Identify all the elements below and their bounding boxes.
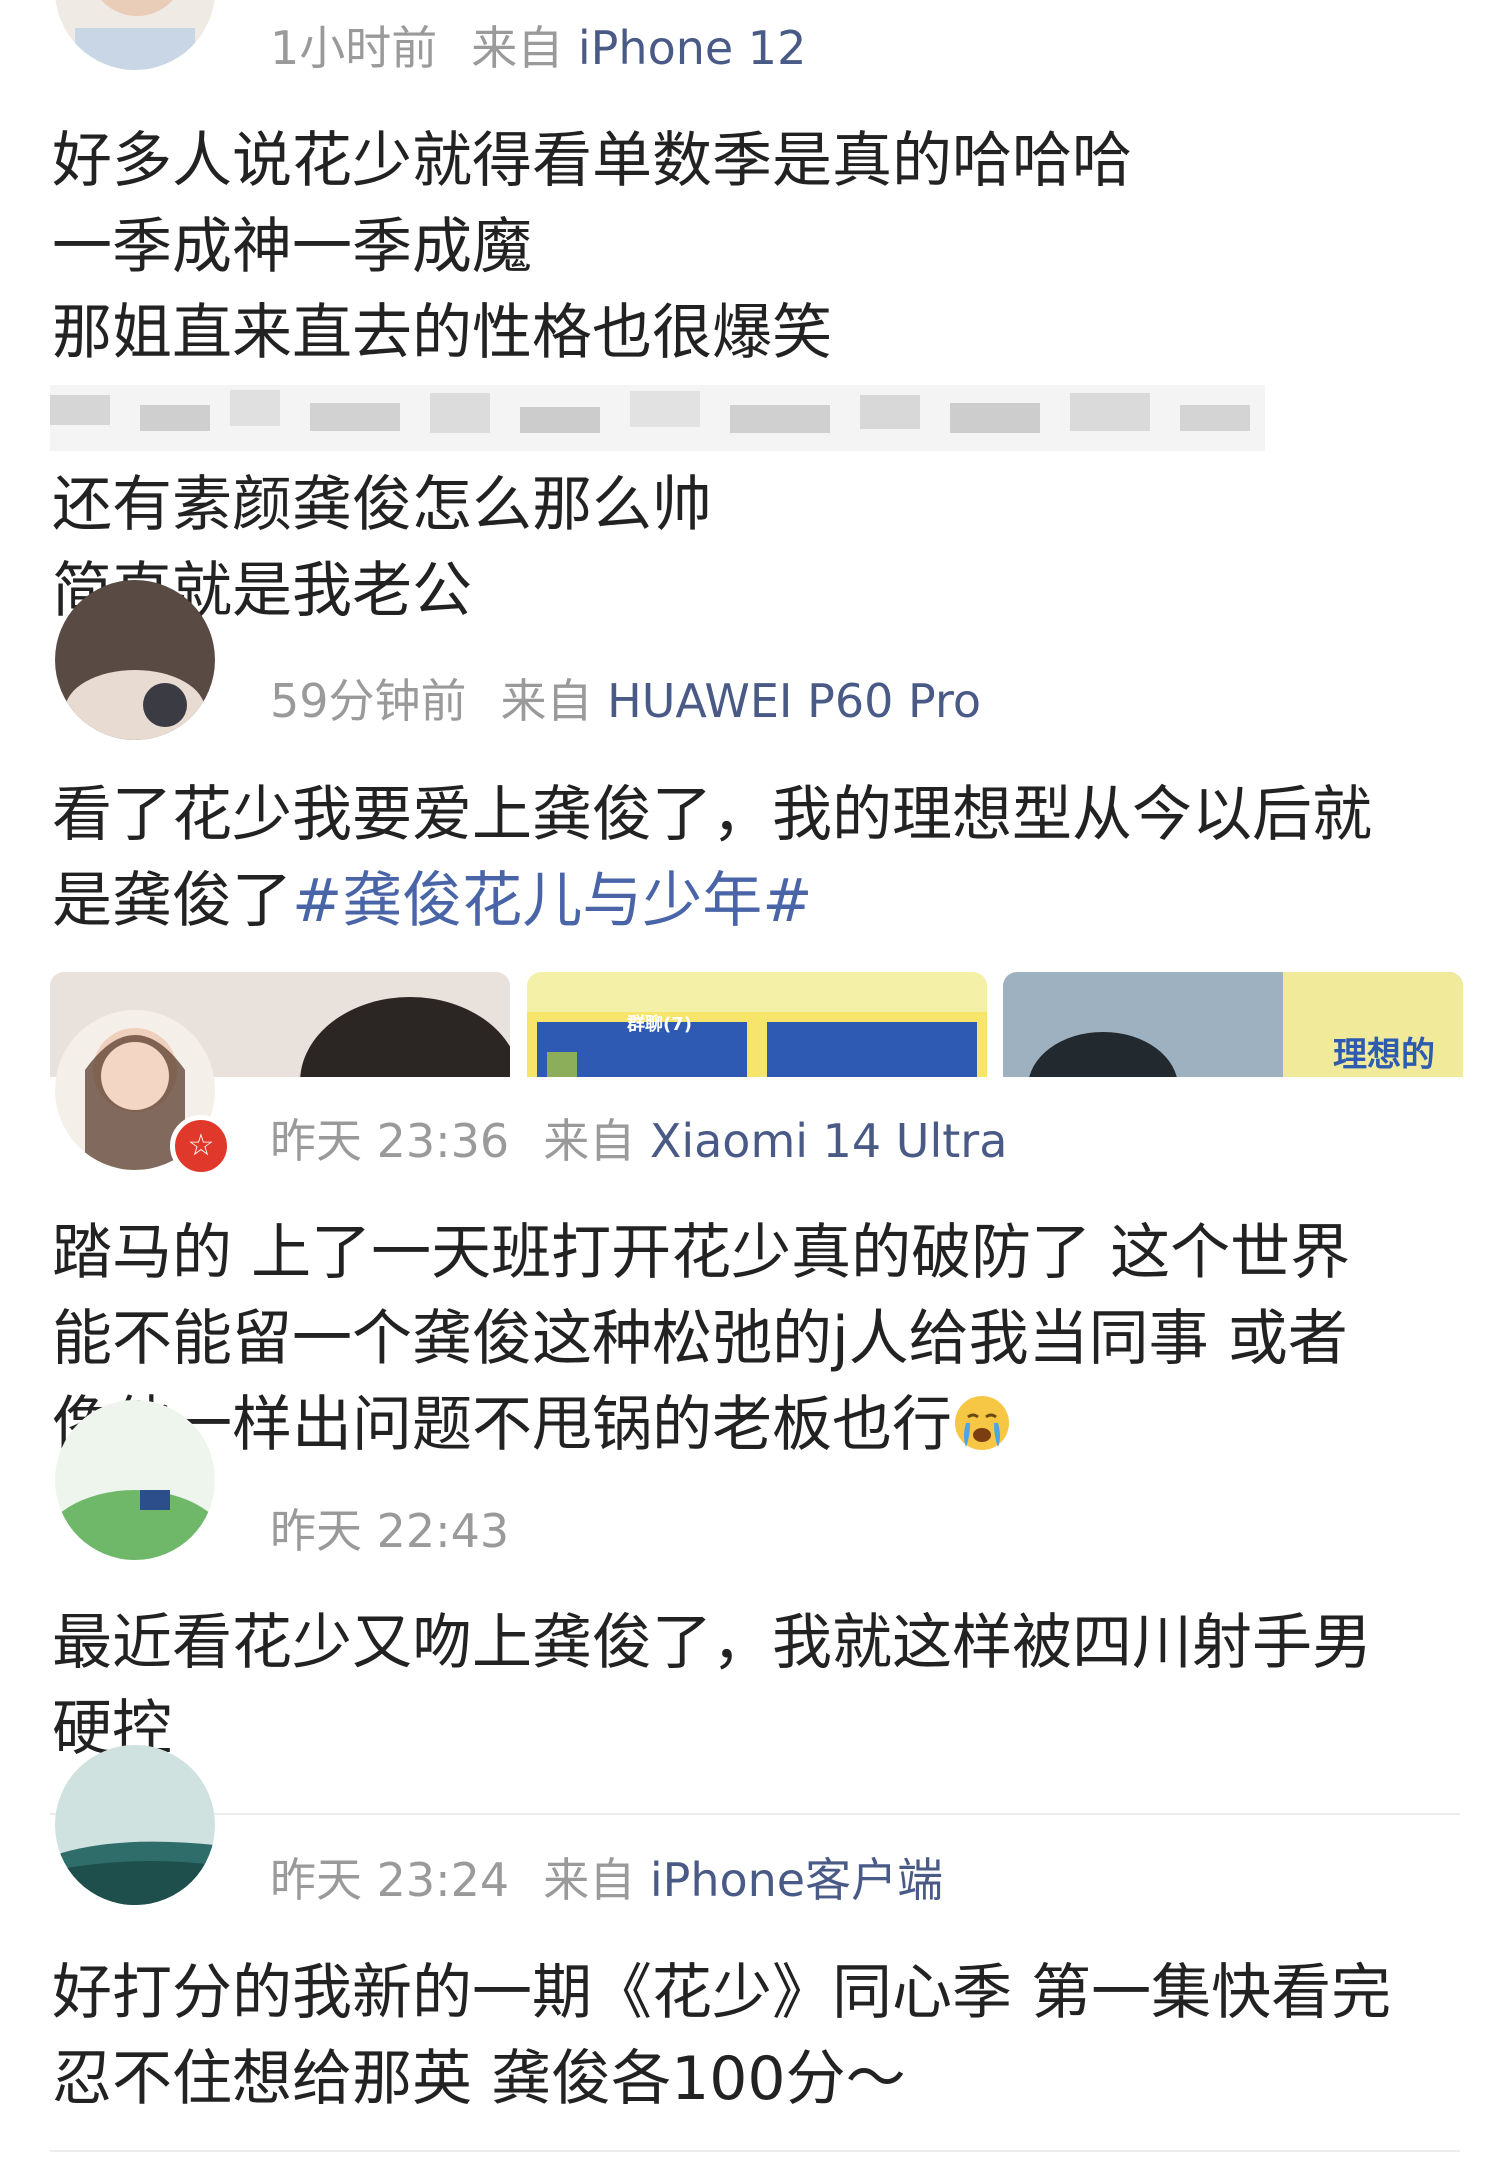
image-thumbnail-2[interactable]: 群聊(7) [527, 972, 987, 1077]
device-name[interactable]: iPhone客户端 [650, 1853, 943, 1907]
divider [50, 1813, 1460, 1815]
avatar[interactable] [55, 0, 215, 70]
post-time: 1小时前 [270, 21, 438, 75]
post-line: 好打分的我新的一期《花少》同心季 第一集快看完 [52, 1958, 1392, 2028]
landscape-avatar [55, 1745, 215, 1905]
post-line: 还有素颜龚俊怎么那么帅 [52, 470, 712, 540]
post-meta: 昨天 23:24 来自 iPhone客户端 [270, 1857, 943, 1903]
device-name[interactable]: HUAWEI P60 Pro [607, 674, 981, 728]
post-line: 一季成神一季成魔 [52, 212, 532, 282]
divider [50, 2150, 1460, 2152]
post-line: 踏马的 上了一天班打开花少真的破防了 这个世界 [52, 1218, 1351, 1288]
post-time: 昨天 22:43 [270, 1504, 510, 1558]
user-photo-avatar [55, 580, 215, 740]
post-line: 忍不住想给那英 龚俊各100分～ [52, 2044, 906, 2114]
post-time: 昨天 23:24 [270, 1853, 510, 1907]
post-body: 看了花少我要爱上龚俊了，我的理想型从今以后就 是龚俊了#龚俊花儿与少年# [52, 772, 1472, 944]
avatar[interactable] [55, 1400, 215, 1560]
post-line: 简直就是我老公 [52, 556, 472, 626]
post-body: 好打分的我新的一期《花少》同心季 第一集快看完 忍不住想给那英 龚俊各100分～ [52, 1950, 1472, 2122]
device-name[interactable]: iPhone 12 [578, 21, 806, 75]
post-line: 是龚俊了#龚俊花儿与少年# [52, 858, 1472, 944]
thumbnail-label: 理想的 [1333, 1035, 1435, 1075]
blurred-content [50, 385, 1265, 451]
screenshot-thumbnail [527, 972, 987, 1077]
post-body: 最近看花少又吻上龚俊了，我就这样被四川射手男 硬控 [52, 1600, 1472, 1772]
post-meta: 昨天 23:36 来自 Xiaomi 14 Ultra [270, 1118, 1007, 1164]
source-prefix: 来自 [500, 674, 593, 728]
post-time: 昨天 23:36 [270, 1114, 510, 1168]
avatar[interactable] [55, 580, 215, 740]
post-line: 像他一样出问题不甩锅的老板也行 [52, 1382, 1472, 1468]
source-prefix: 来自 [543, 1853, 636, 1907]
user-photo-avatar [55, 0, 215, 70]
post-meta: 昨天 22:43 [270, 1508, 509, 1554]
post-line-text: 是龚俊了 [52, 866, 292, 936]
post-body: 好多人说花少就得看单数季是真的哈哈哈 一季成神一季成魔 那姐直来直去的性格也很爆… [52, 118, 1472, 634]
thumbnail-label: 群聊(7) [627, 1014, 692, 1035]
avatar[interactable] [55, 1745, 215, 1905]
post-line: 那姐直来直去的性格也很爆笑 [52, 298, 832, 368]
post-line: 看了花少我要爱上龚俊了，我的理想型从今以后就 [52, 780, 1372, 850]
image-thumbnail-3[interactable]: 理想的 [1003, 972, 1463, 1077]
post-meta: 59分钟前 来自 HUAWEI P60 Pro [270, 678, 981, 724]
post-line: 最近看花少又吻上龚俊了，我就这样被四川射手男 [52, 1608, 1372, 1678]
post-body: 踏马的 上了一天班打开花少真的破防了 这个世界 能不能留一个龚俊这种松弛的j人给… [52, 1210, 1472, 1468]
post-line: 能不能留一个龚俊这种松弛的j人给我当同事 或者 [52, 1304, 1348, 1374]
cartoon-avatar [55, 1400, 215, 1560]
verified-badge-icon: ☆ [170, 1115, 232, 1177]
post-time: 59分钟前 [270, 674, 467, 728]
hashtag-link[interactable]: #龚俊花儿与少年# [292, 866, 813, 936]
post-line: 好多人说花少就得看单数季是真的哈哈哈 [52, 126, 1132, 196]
post-meta: 1小时前 来自 iPhone 12 [270, 25, 806, 71]
device-name[interactable]: Xiaomi 14 Ultra [650, 1114, 1008, 1168]
source-prefix: 来自 [471, 21, 564, 75]
post-line: 硬控 [52, 1694, 172, 1764]
crying-face-emoji-icon [955, 1396, 1009, 1450]
source-prefix: 来自 [543, 1114, 636, 1168]
